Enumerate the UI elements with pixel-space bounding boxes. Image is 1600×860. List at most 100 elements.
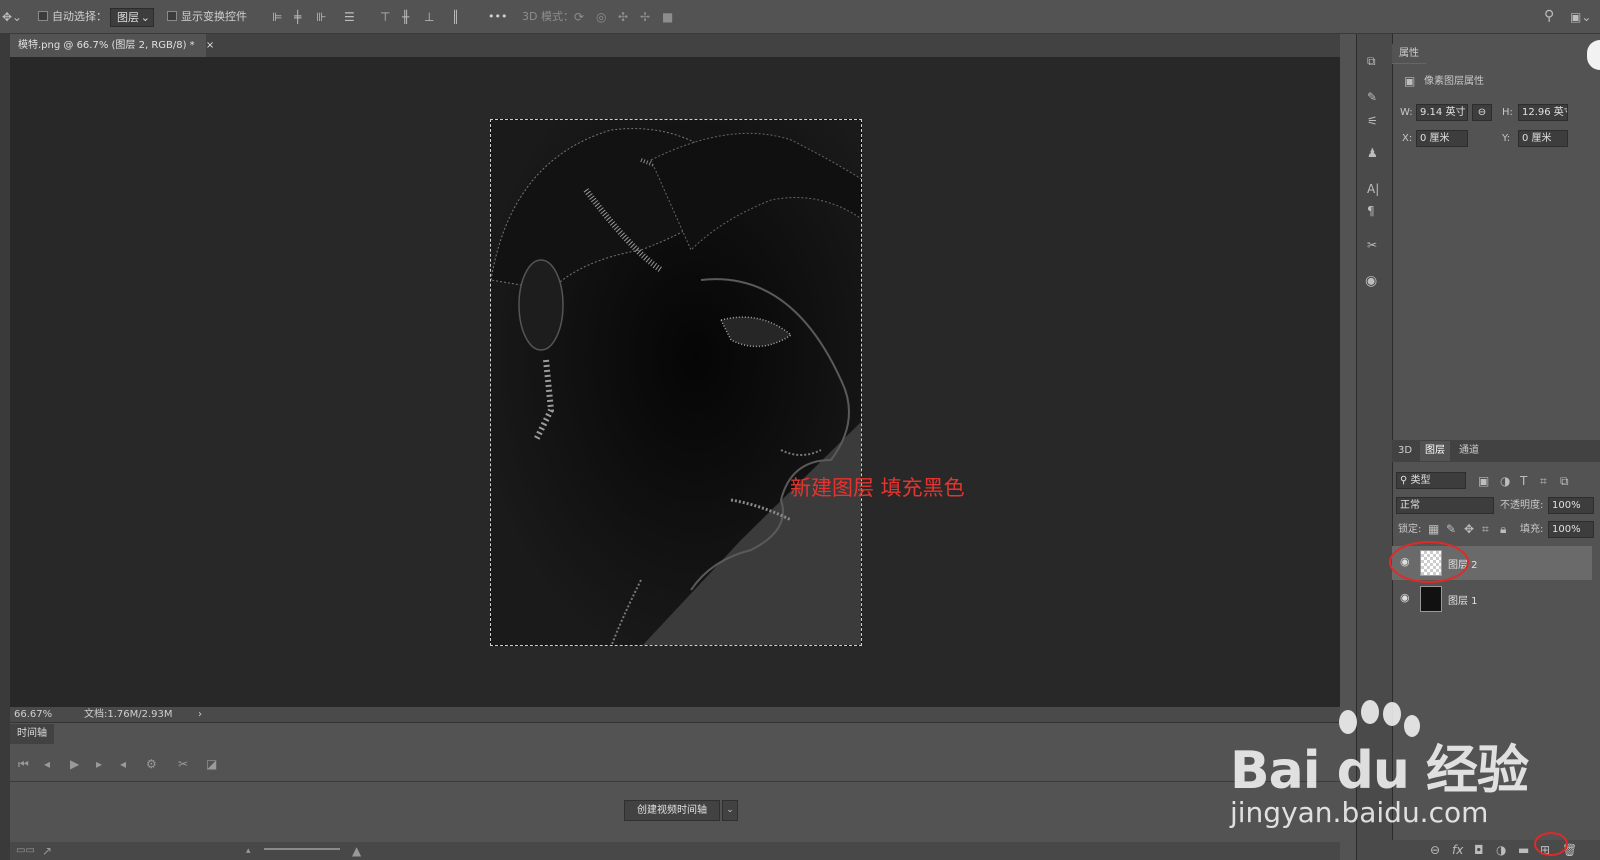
frame-mode-icon[interactable]: ▭▭ bbox=[16, 844, 35, 858]
3d-roll-icon[interactable]: ◎ bbox=[596, 10, 606, 24]
tab-3d[interactable]: 3D bbox=[1394, 441, 1416, 461]
zoom-level[interactable]: 66.67% bbox=[14, 707, 52, 722]
filter-type-icon[interactable]: T bbox=[1520, 474, 1527, 488]
3d-camera-icon[interactable]: ■ bbox=[662, 10, 673, 24]
lock-position-icon[interactable]: ✥ bbox=[1464, 522, 1474, 536]
tab-channels[interactable]: 通道 bbox=[1454, 441, 1484, 461]
checkbox-icon bbox=[38, 11, 48, 21]
baidu-watermark: Bai du 经验 jingyan.baidu.com bbox=[1230, 700, 1560, 840]
properties-tab[interactable]: 属性 bbox=[1392, 44, 1426, 64]
clone-source-icon[interactable]: ♟ bbox=[1367, 146, 1378, 160]
first-frame-icon[interactable]: ⏮ bbox=[18, 757, 29, 771]
3d-slide-icon[interactable]: ✢ bbox=[640, 10, 650, 24]
next-frame-icon[interactable]: ▸ bbox=[96, 757, 102, 771]
new-group-icon[interactable]: ▬ bbox=[1518, 843, 1529, 857]
3d-pan-icon[interactable]: ✣ bbox=[618, 10, 628, 24]
fx-icon[interactable]: fx bbox=[1452, 843, 1463, 857]
height-field[interactable]: 12.96 英寸 bbox=[1518, 104, 1568, 121]
timeline-tab[interactable]: 时间轴 bbox=[10, 724, 54, 744]
filter-pixel-icon[interactable]: ▣ bbox=[1478, 474, 1489, 488]
layer-filter-dropdown[interactable]: ⚲ 类型 bbox=[1396, 472, 1466, 489]
libraries-icon[interactable]: ◉ bbox=[1365, 274, 1377, 288]
opacity-field[interactable]: 100% bbox=[1548, 497, 1594, 514]
align-bottom-icon[interactable]: ⊥ bbox=[424, 10, 434, 24]
prev-frame-icon[interactable]: ◂ bbox=[44, 757, 50, 771]
adjust-icon[interactable]: ⚟ bbox=[1367, 114, 1378, 128]
3d-mode-label: 3D 模式： bbox=[522, 10, 574, 23]
layer-row[interactable]: ◉ 图层 1 bbox=[1392, 582, 1592, 616]
align-right-icon[interactable]: ⊪ bbox=[316, 10, 326, 24]
layer-filter-value: 类型 bbox=[1410, 475, 1431, 486]
visibility-eye-icon[interactable]: ◉ bbox=[1400, 592, 1414, 604]
paragraph-icon[interactable]: ¶ bbox=[1367, 204, 1375, 218]
zoom-out-icon[interactable]: ▴ bbox=[246, 844, 251, 858]
audio-icon[interactable]: ◂ bbox=[120, 757, 126, 771]
document-info: 文档:1.76M/2.93M bbox=[84, 709, 173, 720]
chevron-down-icon: ⌄ bbox=[140, 11, 150, 24]
timeline-panel bbox=[10, 722, 1340, 860]
play-icon[interactable]: ▶ bbox=[70, 757, 79, 771]
filter-shape-icon[interactable]: ⌗ bbox=[1540, 474, 1547, 488]
filter-smart-icon[interactable]: ⧉ bbox=[1560, 474, 1569, 488]
create-video-timeline-button[interactable]: 创建视频时间轴 bbox=[624, 800, 720, 821]
y-label: Y: bbox=[1502, 133, 1511, 144]
link-layers-icon[interactable]: ⊖ bbox=[1430, 843, 1440, 857]
close-tab-button[interactable]: × bbox=[206, 40, 214, 51]
document-image[interactable] bbox=[490, 119, 862, 646]
timeline-zoom-slider[interactable] bbox=[264, 848, 340, 850]
move-tool-icon[interactable]: ✥⌄ bbox=[2, 10, 22, 24]
x-field[interactable]: 0 厘米 bbox=[1416, 130, 1468, 147]
render-icon[interactable]: ↗ bbox=[42, 844, 52, 858]
width-field[interactable]: 9.14 英寸 bbox=[1416, 104, 1468, 121]
scissors-icon[interactable]: ✂ bbox=[178, 757, 188, 771]
blend-mode-dropdown[interactable]: 正常 bbox=[1396, 497, 1494, 514]
layer-thumbnail bbox=[1420, 586, 1442, 612]
align-left-icon[interactable]: ⊫ bbox=[272, 10, 282, 24]
timeline-dropdown-button[interactable]: ⌄ bbox=[722, 800, 738, 821]
auto-select-label: 自动选择： bbox=[52, 10, 107, 23]
layers-footer: ⊖ fx ◘ ◑ ▬ ⊞ 🗑︎ bbox=[1392, 840, 1600, 860]
document-tab-title: 模特.png @ 66.7% (图层 2, RGB/8) * bbox=[18, 40, 195, 51]
opacity-label: 不透明度: bbox=[1500, 500, 1544, 511]
tools-panel-edge[interactable] bbox=[0, 34, 10, 860]
tool-presets-icon[interactable]: ✂ bbox=[1367, 238, 1377, 252]
timeline-controls: ⏮ ◂ ▶ ▸ ◂ ⚙ ✂ ◪ bbox=[10, 746, 1340, 782]
brush-icon[interactable]: ✎ bbox=[1367, 90, 1377, 104]
properties-title: 像素图层属性 bbox=[1424, 76, 1484, 87]
add-mask-icon[interactable]: ◘ bbox=[1474, 843, 1484, 857]
lock-artboard-icon[interactable]: ⌗ bbox=[1482, 522, 1489, 536]
lock-brush-icon[interactable]: ✎ bbox=[1446, 522, 1456, 536]
tab-layers[interactable]: 图层 bbox=[1420, 441, 1450, 461]
layer-name[interactable]: 图层 1 bbox=[1448, 592, 1478, 607]
lock-transparent-icon[interactable]: ▦ bbox=[1428, 522, 1439, 536]
align-middle-icon[interactable]: ╫ bbox=[402, 10, 409, 24]
3d-orbit-icon[interactable]: ⟳ bbox=[574, 10, 584, 24]
align-center-icon[interactable]: ╪ bbox=[294, 10, 301, 24]
fill-field[interactable]: 100% bbox=[1548, 521, 1594, 538]
document-tab[interactable]: 模特.png @ 66.7% (图层 2, RGB/8) * × bbox=[10, 34, 214, 57]
auto-select-value: 图层 bbox=[117, 11, 139, 24]
show-transform-checkbox[interactable]: 显示变换控件 bbox=[167, 9, 247, 25]
history-icon[interactable]: ⧉ bbox=[1367, 54, 1376, 68]
adjustment-layer-icon[interactable]: ◑ bbox=[1496, 843, 1506, 857]
auto-select-checkbox[interactable]: 自动选择： bbox=[38, 9, 107, 25]
distribute-icon[interactable]: ☰ bbox=[344, 10, 355, 24]
align-top-icon[interactable]: ⊤ bbox=[380, 10, 390, 24]
settings-icon[interactable]: ⚙ bbox=[146, 757, 157, 771]
y-field[interactable]: 0 厘米 bbox=[1518, 130, 1568, 147]
character-icon[interactable]: A| bbox=[1367, 182, 1379, 196]
link-icon[interactable]: ⊖ bbox=[1472, 104, 1492, 121]
timeline-footer: ▭▭ ↗ ▴ ▲ bbox=[10, 842, 1340, 860]
lock-all-icon[interactable]: 🔒︎ bbox=[1500, 522, 1506, 536]
zoom-in-icon[interactable]: ▲ bbox=[352, 844, 361, 858]
auto-select-dropdown[interactable]: 图层 ⌄ bbox=[110, 8, 154, 27]
status-menu-arrow[interactable]: › bbox=[198, 707, 202, 722]
more-options-button[interactable]: ••• bbox=[488, 9, 507, 25]
filter-adjustment-icon[interactable]: ◑ bbox=[1500, 474, 1510, 488]
distribute-vertical-icon[interactable]: ║ bbox=[452, 10, 459, 24]
transition-icon[interactable]: ◪ bbox=[206, 757, 217, 771]
search-icon[interactable]: ⚲ bbox=[1544, 9, 1554, 23]
workspace-icon[interactable]: ▣⌄ bbox=[1570, 10, 1591, 24]
canvas-annotation: 新建图层 填充黑色 bbox=[790, 476, 965, 500]
inverted-portrait-image bbox=[491, 120, 861, 645]
